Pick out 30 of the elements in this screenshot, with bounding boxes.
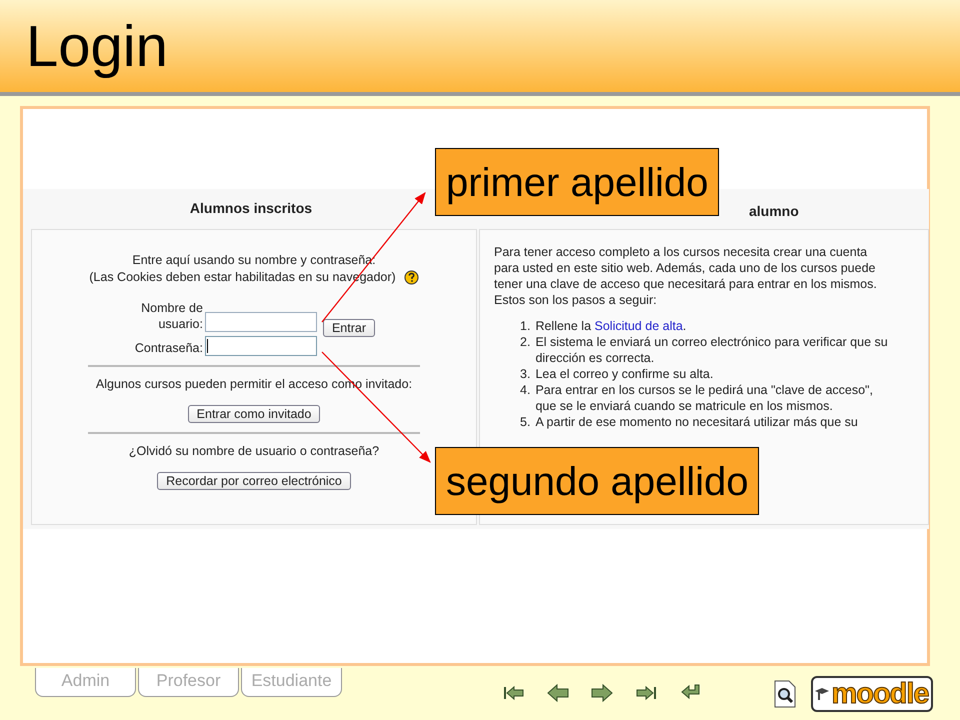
guest-button[interactable]: Entrar como invitado [188,405,320,423]
field-label: Nombre de usuario: [140,300,203,332]
step-number: 2. [520,334,530,351]
step-number: 1. [520,318,530,334]
step-text: Lea el correo y confirme su alta. [535,366,714,382]
forgot-text: ¿Olvidó su nombre de usuario o contraseña? [128,443,380,460]
email-button[interactable]: Recordar por correo electrónico [157,472,351,490]
forward-icon[interactable] [589,682,615,704]
login-button[interactable]: Entrar [322,319,376,337]
text-field[interactable] [204,312,317,332]
help-icon[interactable] [404,270,419,286]
step-text: A partir de ese momento no necesitará utilizar más que su [535,414,858,430]
signup-link[interactable]: Solicitud de alta [594,319,683,333]
step-number: 4. [520,382,530,399]
step-text: El sistema le enviará un correo electrónico para verificar que su dirección es correcta. [535,334,889,366]
slide-title: Login [26,12,168,80]
search-icon[interactable] [773,680,797,708]
step-text: Para entrar en los cursos se le pedirá una "clave de acceso", que se le enviará cuando se matricule en los mismos. [535,382,874,414]
field-label: Contraseña: [134,340,203,356]
step-number: 5. [520,414,530,430]
callout-label: primer apellido [435,148,720,216]
callout-label: segundo apellido [435,447,760,515]
signup-text: Para tener acceso completo a los cursos necesita crear una cuenta para usted en este sitio web. Además, cada uno de los cursos puede tener una clave de acceso que necesitará para entrar en los mismos. Estos son los pasos a seguir: [494,245,877,307]
step-text: Rellene la Solicitud de alta. [535,318,686,334]
back-icon[interactable] [545,682,571,704]
column-heading: alumno [748,202,800,221]
step-number: 3. [520,366,530,382]
text-field[interactable] [204,336,317,356]
mortarboard-icon [815,687,830,701]
column-heading: Alumnos inscritos [188,199,314,218]
